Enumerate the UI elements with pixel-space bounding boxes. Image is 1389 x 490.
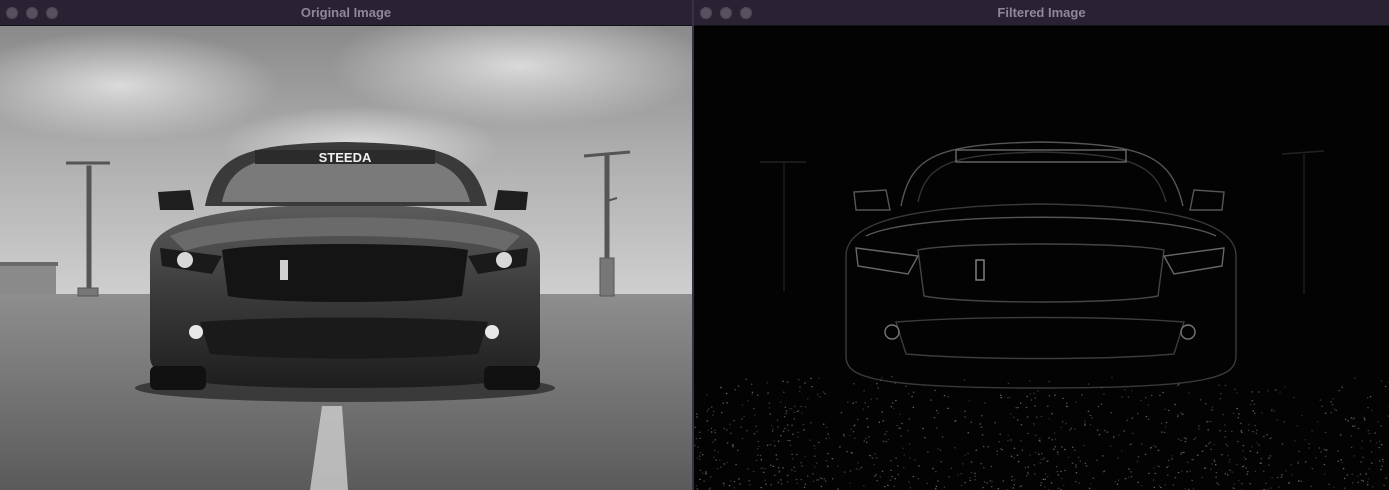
original-image-window: Original Image STEEDA [0, 0, 692, 490]
filtered-image-canvas [694, 26, 1389, 490]
filtered-image-titlebar[interactable]: Filtered Image [694, 0, 1389, 26]
window-title: Original Image [300, 5, 392, 20]
original-image-canvas: STEEDA [0, 26, 692, 490]
filtered-image-window: Filtered Image [694, 0, 1389, 490]
windshield-banner: STEEDA [319, 150, 372, 165]
filtered-edge-photo [694, 26, 1389, 490]
original-car-photo: STEEDA [0, 26, 692, 490]
original-image-titlebar[interactable]: Original Image [0, 0, 692, 26]
window-title: Filtered Image [997, 5, 1086, 20]
